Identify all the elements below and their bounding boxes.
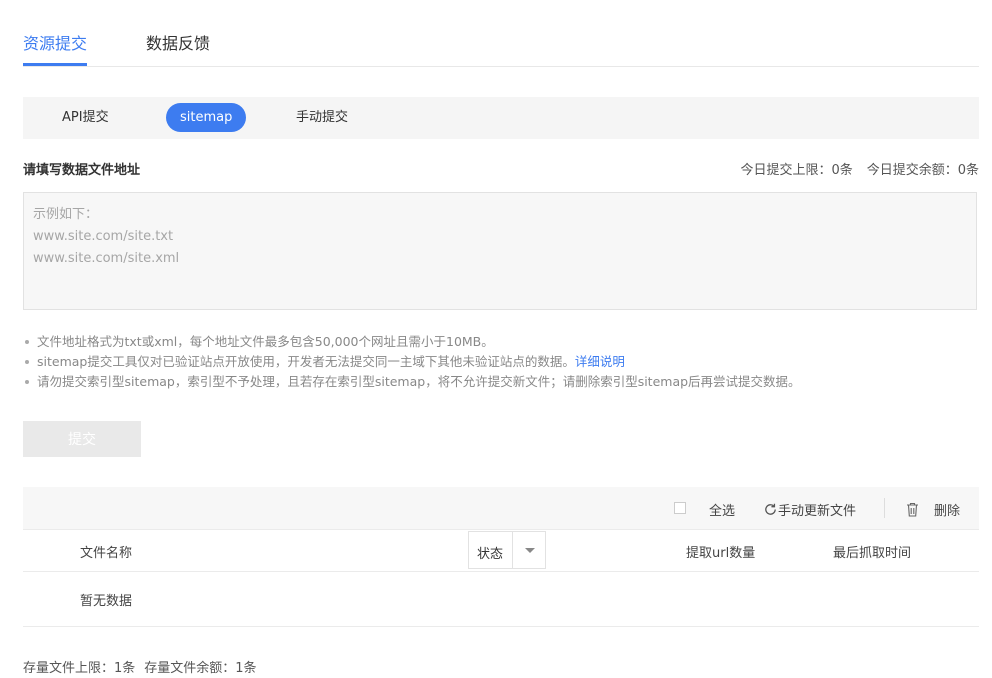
select-all-checkbox[interactable] bbox=[674, 502, 686, 514]
table-empty-row: 暂无数据 bbox=[23, 572, 979, 627]
note-item: 请勿提交索引型sitemap，索引型不予处理，且若存在索引型sitemap，将不… bbox=[23, 372, 801, 392]
note-text: 请勿提交索引型sitemap，索引型不予处理，且若存在索引型sitemap，将不… bbox=[37, 374, 801, 389]
note-text: sitemap提交工具仅对已验证站点开放使用，开发者无法提交同一主域下其他未验证… bbox=[37, 354, 575, 369]
table-header: 文件名称 状态 提取url数量 最后抓取时间 bbox=[23, 530, 979, 572]
storage-limits: 存量文件上限：1条 存量文件余额：1条 bbox=[23, 657, 257, 676]
storage-limit-text: 存量文件上限：1条 bbox=[23, 661, 136, 676]
tab-data-feedback[interactable]: 数据反馈 bbox=[146, 30, 210, 54]
subtab-sitemap[interactable]: sitemap bbox=[166, 103, 247, 132]
subtab-manual[interactable]: 手动提交 bbox=[296, 103, 348, 132]
delete-button[interactable]: 删除 bbox=[906, 500, 960, 519]
submit-method-tabs: API提交 sitemap 手动提交 bbox=[23, 97, 979, 139]
notes-list: 文件地址格式为txt或xml，每个地址文件最多包含50,000个网址且需小于10… bbox=[23, 332, 801, 392]
tab-resource-submit[interactable]: 资源提交 bbox=[23, 30, 87, 54]
note-item: sitemap提交工具仅对已验证站点开放使用，开发者无法提交同一主域下其他未验证… bbox=[23, 352, 801, 372]
col-url-count: 提取url数量 bbox=[686, 546, 756, 561]
top-tabs: 资源提交 数据反馈 bbox=[23, 0, 979, 67]
form-label: 请填写数据文件地址 bbox=[23, 163, 141, 178]
col-file-name: 文件名称 bbox=[80, 546, 133, 561]
empty-text: 暂无数据 bbox=[80, 594, 133, 609]
dropdown-divider bbox=[512, 532, 513, 568]
sitemap-url-input[interactable] bbox=[23, 192, 977, 310]
details-link[interactable]: 详细说明 bbox=[575, 354, 625, 369]
caret-down-icon[interactable] bbox=[525, 548, 535, 553]
status-filter-dropdown[interactable]: 状态 bbox=[468, 531, 546, 569]
delete-label: 删除 bbox=[934, 504, 961, 519]
daily-remain-text: 今日提交余额：0条 bbox=[866, 163, 979, 178]
col-status: 状态 bbox=[477, 547, 504, 562]
storage-remain-text: 存量文件余额：1条 bbox=[144, 661, 257, 676]
note-text: 文件地址格式为txt或xml，每个地址文件最多包含50,000个网址且需小于10… bbox=[37, 334, 494, 349]
subtab-api[interactable]: API提交 bbox=[62, 103, 109, 132]
daily-limit-text: 今日提交上限：0条 bbox=[740, 163, 853, 178]
refresh-icon bbox=[763, 502, 778, 517]
refresh-files-label: 手动更新文件 bbox=[778, 504, 857, 519]
col-last-crawl: 最后抓取时间 bbox=[833, 546, 912, 561]
refresh-files-button[interactable]: 手动更新文件 bbox=[763, 500, 856, 519]
trash-icon bbox=[906, 502, 919, 517]
note-item: 文件地址格式为txt或xml，每个地址文件最多包含50,000个网址且需小于10… bbox=[23, 332, 801, 352]
submit-button[interactable]: 提交 bbox=[23, 421, 141, 457]
select-all-label[interactable]: 全选 bbox=[709, 500, 735, 519]
daily-limits: 今日提交上限：0条 今日提交余额：0条 bbox=[726, 159, 979, 178]
active-tab-indicator bbox=[23, 63, 87, 66]
toolbar-divider bbox=[884, 498, 885, 518]
table-toolbar: 全选 手动更新文件 删除 bbox=[23, 487, 979, 530]
